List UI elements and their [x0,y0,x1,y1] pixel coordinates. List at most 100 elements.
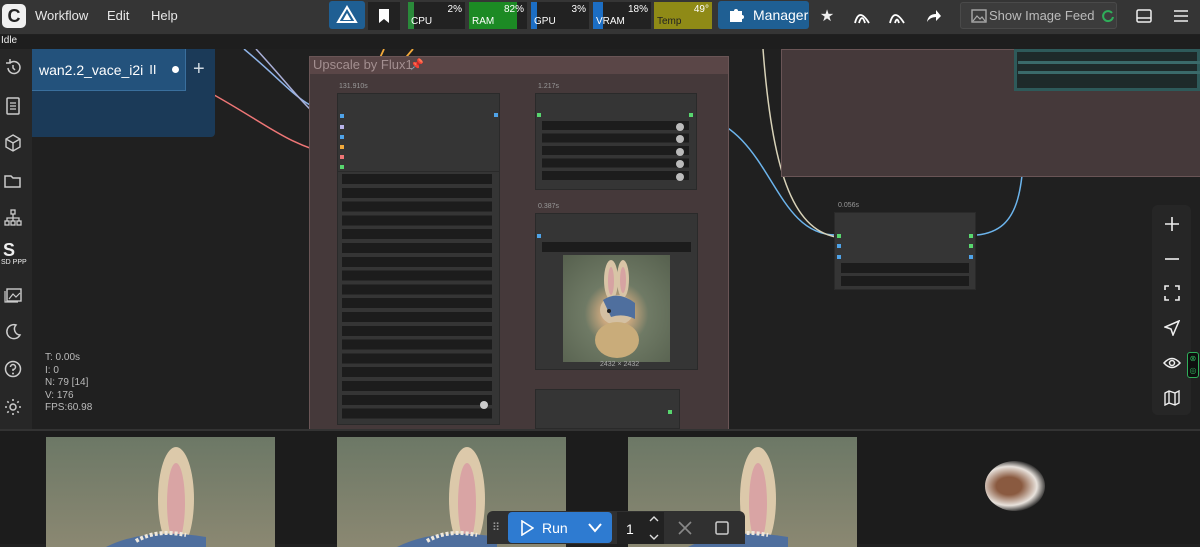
menu-edit[interactable]: Edit [107,8,129,23]
top-right-node [1014,49,1200,91]
chevron-down-small-icon[interactable] [649,534,659,540]
fit-view-icon[interactable] [1152,278,1191,308]
graph-stats: T: 0.00s I: 0 N: 79 [14] V: 176 FPS:60.9… [45,352,92,415]
drag-handle-icon[interactable]: ⠿ [492,521,500,534]
settings-gear-icon[interactable] [4,398,22,416]
run-label: Run [542,520,568,536]
new-tab-button[interactable]: + [193,58,205,81]
document-icon[interactable] [4,97,22,115]
combine-field [841,276,969,286]
chevron-down-icon[interactable] [588,523,602,533]
cpu-value: 2% [447,4,462,15]
input-slot[interactable] [837,255,841,259]
curve-alt-icon[interactable] [882,2,912,29]
bookmark-icon[interactable] [368,2,400,30]
input-slot[interactable] [837,244,841,248]
stat-n: N: 79 [14] [45,377,89,388]
show-image-feed-button[interactable]: Show Image Feed [960,2,1117,29]
toggle-dot[interactable] [480,401,488,409]
image-icon [971,8,987,23]
app-logo-icon[interactable]: C [2,4,26,28]
output-slot[interactable] [969,244,973,248]
input-slot[interactable] [340,155,344,159]
toggle-dot[interactable] [676,123,684,131]
navigate-icon[interactable] [1152,313,1191,343]
show-image-feed-label: Show Image Feed [989,8,1095,23]
vram-monitor: VRAM 18% [593,2,651,29]
menu-help[interactable]: Help [151,8,178,23]
menu-workflow[interactable]: Workflow [35,8,88,23]
top-right-line [1018,61,1200,64]
input-slot[interactable] [340,135,344,139]
play-icon [521,520,534,536]
input-slot[interactable] [837,234,841,238]
toggle-dot[interactable] [676,160,684,168]
temp-value: 49° [693,4,709,15]
node-canvas[interactable]: wan2.2_vace_i2i II + Upscale by Flux1 📌 … [32,49,1200,429]
side-widget-icon[interactable]: ⊗ ◎ [1187,352,1199,378]
eye-icon[interactable] [1152,348,1191,378]
gallery-icon[interactable] [4,286,22,304]
upscale-node[interactable] [337,93,500,173]
node-time: 0.056s [838,202,860,209]
input-slot[interactable] [340,165,344,169]
help-icon[interactable] [4,360,22,378]
zoom-in-icon[interactable] [1152,209,1191,239]
zoom-out-icon[interactable] [1152,244,1191,274]
moon-icon[interactable] [4,323,22,341]
hamburger-menu-icon[interactable] [1166,2,1196,29]
chevron-up-icon[interactable] [649,516,659,522]
refresh-icon [1101,9,1114,22]
stop-icon[interactable] [715,521,729,535]
input-slot[interactable] [340,145,344,149]
output-slot[interactable] [969,255,973,259]
widget-list [342,174,492,422]
bottom-node[interactable] [535,389,680,429]
unsaved-dot-icon [171,66,179,73]
status-text: Idle [0,35,1200,49]
run-button[interactable]: Run [508,512,612,543]
history-icon[interactable] [4,59,22,77]
folder-icon[interactable] [4,172,22,190]
output-slot[interactable] [689,113,693,117]
preview-field [542,242,691,252]
output-slot[interactable] [969,234,973,238]
batch-count-input[interactable]: 1 [617,512,664,544]
star-icon[interactable]: ★ [812,2,842,29]
temp-label: Temp [657,16,682,27]
vram-label: VRAM [596,16,625,27]
cpu-monitor: CPU 2% [408,2,465,29]
output-slot[interactable] [494,113,498,117]
sd-ppp-label: SD PPP [1,259,27,266]
tab-wan22[interactable]: wan2.2_vace_i2i II [32,49,186,91]
toggle-dot[interactable] [676,173,684,181]
top-right-line [1018,71,1200,74]
sd-ppp-icon[interactable]: S SD PPP [1,241,31,266]
queue-icon[interactable] [329,1,365,29]
manager-label: Manager [753,7,809,23]
hierarchy-icon[interactable] [4,209,22,227]
curve-icon[interactable] [847,2,877,29]
panel-toggle-icon[interactable] [1129,2,1159,29]
feed-thumbnail-partial[interactable] [985,461,1045,511]
toggle-dot[interactable] [676,135,684,143]
cancel-icon[interactable] [678,521,692,535]
manager-button[interactable]: Manager [718,1,809,29]
model-node-rows [542,121,689,183]
map-icon[interactable] [1152,383,1191,413]
input-slot[interactable] [340,125,344,129]
input-slot[interactable] [340,114,344,118]
stat-t: T: 0.00s [45,352,81,363]
output-slot[interactable] [668,410,672,414]
input-slot[interactable] [537,234,541,238]
combine-field [841,263,969,273]
feed-thumbnail[interactable] [46,437,275,547]
cube-icon[interactable] [4,134,22,152]
input-slot[interactable] [537,113,541,117]
toggle-dot[interactable] [676,148,684,156]
share-icon[interactable] [918,2,948,29]
gpu-value: 3% [571,4,586,15]
puzzle-icon [730,9,744,22]
batch-count-value: 1 [626,521,634,537]
gpu-monitor: GPU 3% [531,2,589,29]
